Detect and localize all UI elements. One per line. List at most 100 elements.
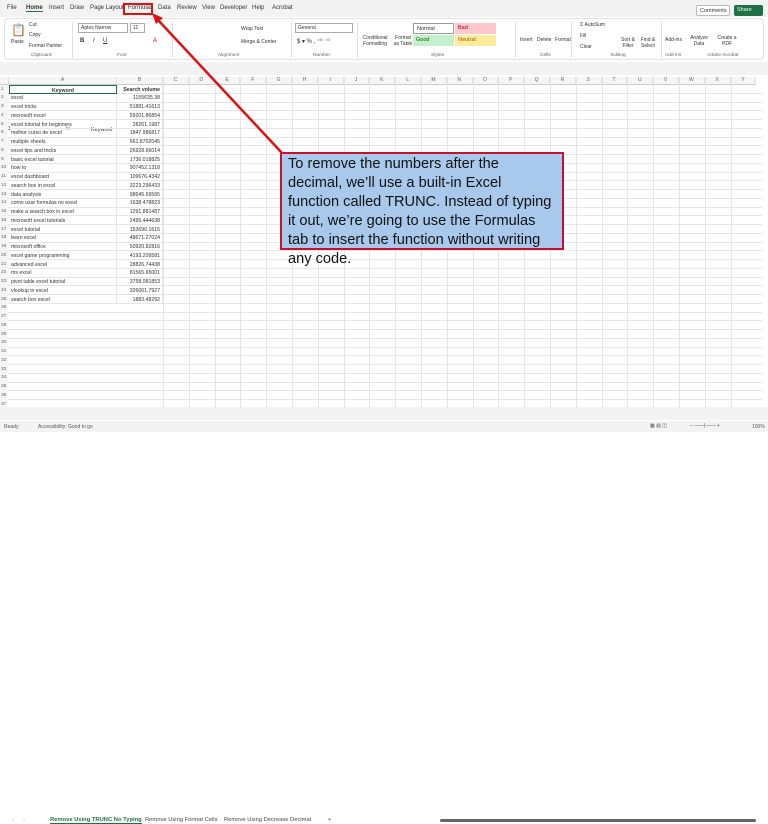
search-volume-cell[interactable]: 661.8702045 [117, 137, 163, 147]
row-number[interactable]: 3 [0, 102, 8, 112]
tab-acrobat[interactable]: Acrobat [272, 5, 293, 11]
search-volume-cell[interactable]: 98645.69595 [117, 190, 163, 199]
keyword-cell[interactable]: ms excel [9, 268, 117, 278]
column-header[interactable]: R [550, 77, 576, 85]
keyword-cell[interactable]: data analysis [9, 190, 117, 199]
row-number[interactable]: 34 [0, 373, 8, 383]
keyword-cell[interactable]: microsoft excel [9, 111, 117, 120]
column-header[interactable]: V [653, 77, 679, 85]
keyword-cell[interactable]: excel game programming [9, 251, 117, 260]
column-header[interactable]: U [627, 77, 654, 85]
keyword-cell[interactable]: como usar formulas no excel [9, 198, 117, 208]
number-format-buttons[interactable]: $ ▾ % , ⁺⁰ ⁻⁰ [297, 38, 330, 45]
row-number[interactable]: 4 [0, 111, 8, 120]
keyword-cell[interactable]: advanced excel [9, 260, 117, 269]
search-volume-cell[interactable]: 153690.1615 [117, 225, 163, 234]
number-format-select[interactable]: General [295, 23, 353, 33]
style-good[interactable]: Good [413, 35, 454, 46]
keyword-cell[interactable]: basic excel tutorial [9, 155, 117, 164]
row-number[interactable]: 26 [0, 303, 8, 313]
row-number[interactable]: 31 [0, 347, 8, 357]
keyword-cell[interactable]: search box excel [9, 295, 117, 304]
row-number[interactable]: 25 [0, 295, 8, 304]
format-as-table-button[interactable]: Format as Table [392, 35, 414, 47]
keyword-cell[interactable]: pivot table excel tutorial [9, 277, 117, 287]
search-volume-cell[interactable]: 26928.66014 [117, 146, 163, 155]
column-header[interactable]: T [601, 77, 628, 85]
column-header[interactable]: L [395, 77, 421, 85]
search-volume-cell[interactable]: 48671.27024 [117, 233, 163, 243]
keyword-cell[interactable]: excel tricks [9, 102, 117, 112]
row-number[interactable]: 35 [0, 382, 8, 392]
underline-button[interactable]: U [103, 38, 107, 44]
row-number[interactable]: 37 [0, 400, 8, 407]
row-number[interactable]: 20 [0, 251, 8, 260]
row-number[interactable]: 33 [0, 365, 8, 374]
keyword-cell[interactable]: excel tutorial [9, 225, 117, 234]
row-number[interactable]: 6 [0, 128, 8, 138]
search-volume-cell[interactable]: 4193.209581 [117, 251, 163, 260]
wrap-text-button[interactable]: Wrap Text [241, 26, 263, 32]
keyword-cell[interactable]: how to [9, 163, 117, 173]
column-header[interactable]: E [214, 77, 241, 85]
keyword-cell[interactable]: microsoft excel tutorials [9, 216, 117, 225]
format-cells-button[interactable]: Format [555, 37, 571, 43]
row-number[interactable]: 24 [0, 286, 8, 295]
column-header[interactable]: A [9, 77, 117, 85]
search-volume-cell[interactable]: 2495.444638 [117, 216, 163, 225]
conditional-formatting-button[interactable]: Conditional Formatting [360, 35, 390, 47]
row-number[interactable]: 32 [0, 356, 8, 365]
keyword-cell[interactable]: search box in excel [9, 181, 117, 190]
prev-sheet-icon[interactable]: ‹ [12, 817, 14, 823]
search-volume-cell[interactable]: 1155635.38 [117, 93, 163, 103]
tab-developer[interactable]: Developer [220, 5, 247, 11]
header-keyword[interactable]: Keyword [9, 85, 117, 94]
tab-page-layout[interactable]: Page Layout [90, 5, 124, 11]
keyword-cell[interactable]: multiple sheets [9, 137, 117, 147]
tab-draw[interactable]: Draw [70, 5, 84, 11]
column-header[interactable]: Q [524, 77, 550, 85]
merge-center-button[interactable]: Merge & Center [241, 39, 276, 45]
font-name-select[interactable]: Aptos Narrow [78, 23, 128, 33]
tab-file[interactable]: File [7, 5, 17, 11]
keyword-cell[interactable]: microsoft office [9, 242, 117, 252]
row-number[interactable]: 1 [0, 85, 8, 94]
style-normal[interactable]: Normal [413, 23, 454, 34]
search-volume-cell[interactable]: 28826.74438 [117, 260, 163, 269]
share-button[interactable]: Share [734, 5, 763, 16]
header-search-volume[interactable]: Search volume [117, 85, 163, 94]
column-header[interactable]: I [317, 77, 344, 85]
search-volume-cell[interactable]: 3758.081853 [117, 277, 163, 287]
insert-cells-button[interactable]: Insert [520, 37, 533, 43]
search-volume-cell[interactable]: 59201.86854 [117, 111, 163, 120]
row-number[interactable]: 16 [0, 216, 8, 225]
search-volume-cell[interactable]: 326061.7927 [117, 286, 163, 295]
search-volume-cell[interactable]: 109676.4342 [117, 172, 163, 182]
tab-insert[interactable]: Insert [49, 5, 64, 11]
column-header[interactable]: M [421, 77, 447, 85]
autosum-button[interactable]: Σ AutoSum [580, 22, 605, 28]
row-number[interactable]: 18 [0, 233, 8, 243]
sheet-tab-decrease-decimal[interactable]: Remove Using Decrease Decimal [224, 817, 311, 823]
row-number[interactable]: 21 [0, 260, 8, 269]
font-color-button[interactable]: A [153, 38, 157, 44]
horizontal-scrollbar[interactable] [440, 819, 756, 822]
comments-button[interactable]: Comments [696, 5, 730, 16]
next-sheet-icon[interactable]: › [23, 817, 25, 823]
italic-button[interactable]: I [93, 38, 95, 44]
row-number[interactable]: 36 [0, 391, 8, 400]
search-volume-cell[interactable]: 1638.478823 [117, 198, 163, 208]
search-volume-cell[interactable]: 28261.1987 [117, 120, 163, 129]
search-volume-cell[interactable]: 50920.82816 [117, 242, 163, 252]
delete-cells-button[interactable]: Delete [537, 37, 551, 43]
row-number[interactable]: 29 [0, 330, 8, 339]
style-neutral[interactable]: Neutral [455, 35, 496, 46]
row-number[interactable]: 15 [0, 207, 8, 217]
keyword-cell[interactable]: learn excel [9, 233, 117, 243]
add-sheet-button[interactable]: + [328, 817, 331, 823]
tab-help[interactable]: Help [252, 5, 264, 11]
tab-data[interactable]: Data [158, 5, 171, 11]
row-number[interactable]: 8 [0, 146, 8, 155]
column-header[interactable]: O [472, 77, 499, 85]
row-number[interactable]: 13 [0, 190, 8, 199]
